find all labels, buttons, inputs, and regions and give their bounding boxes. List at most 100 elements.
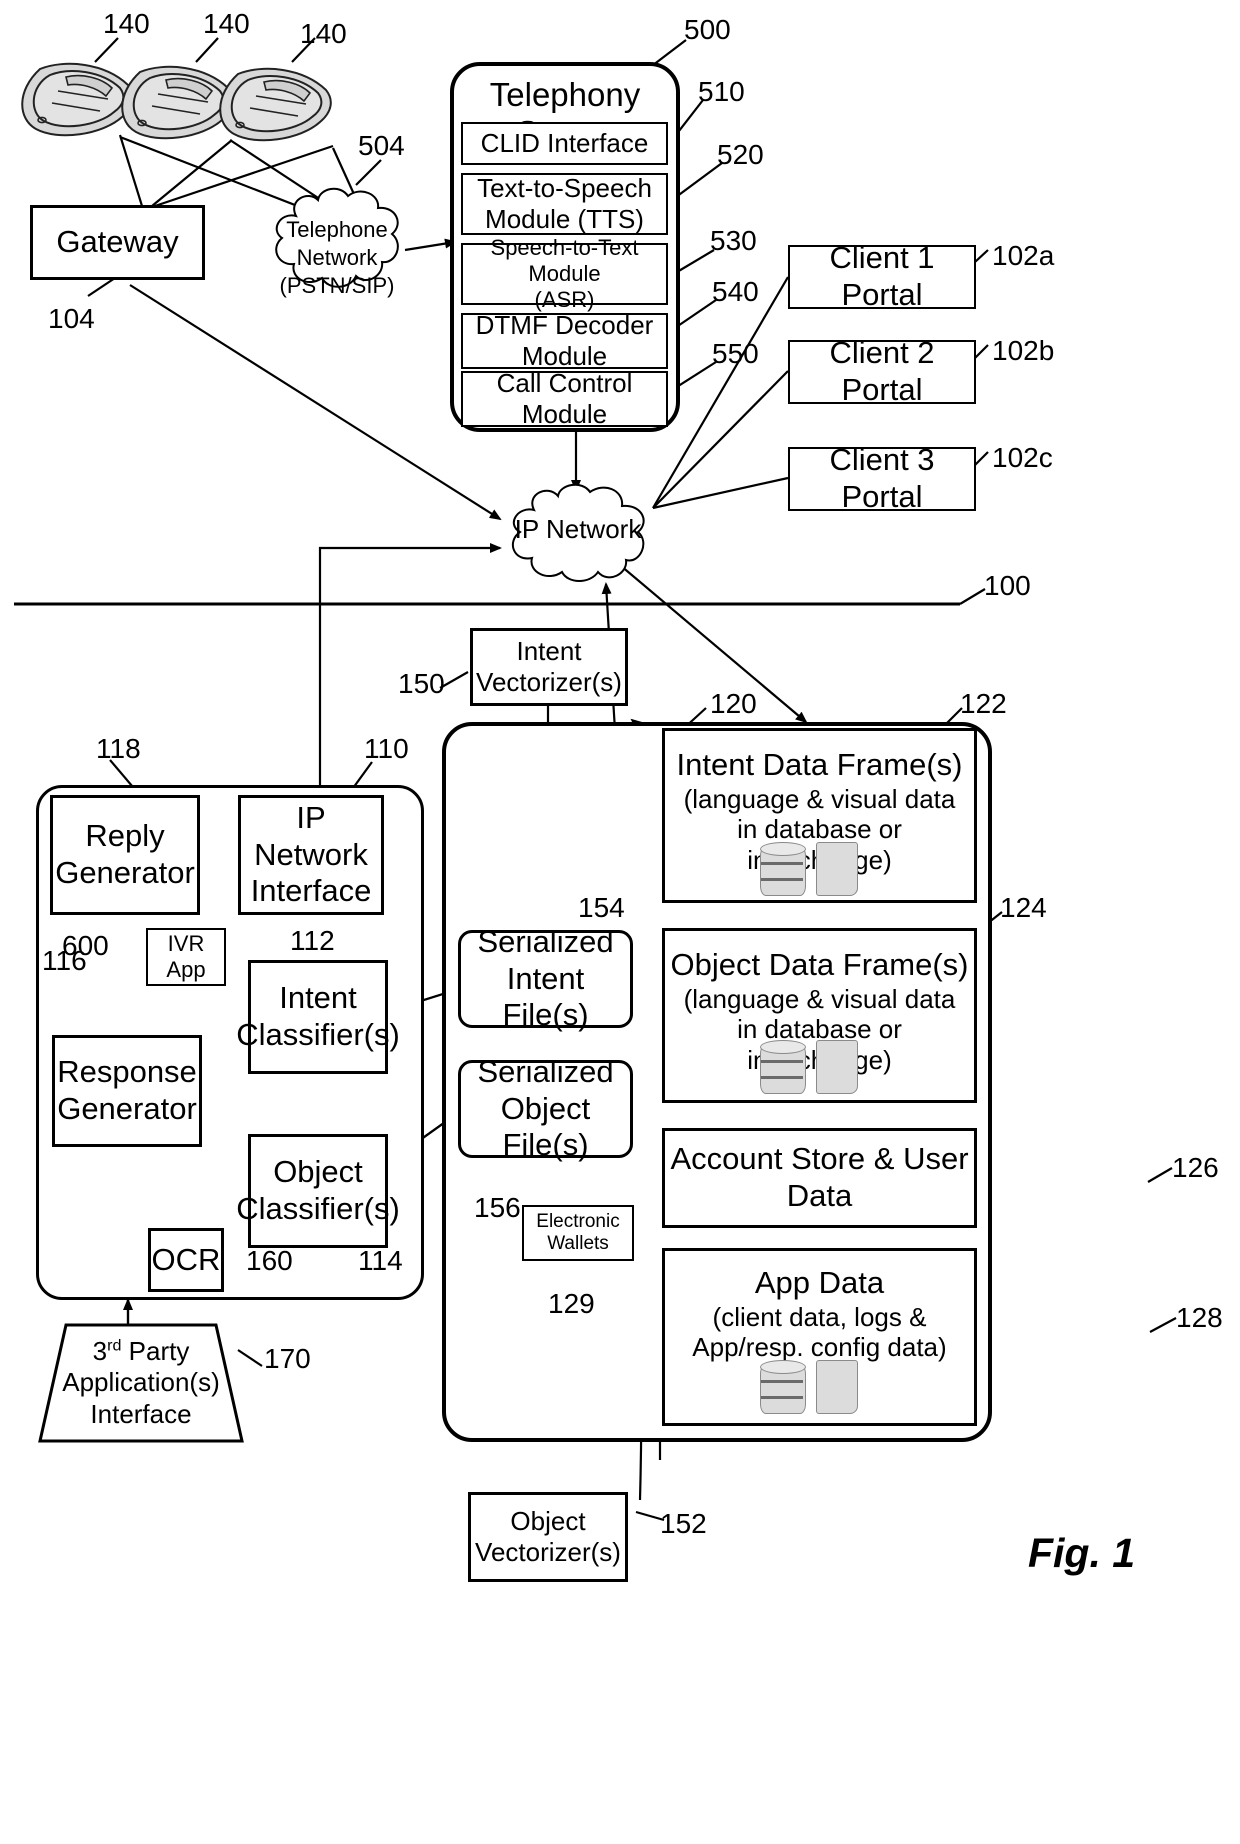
intent-vectorizer-line2: Vectorizer(s) — [476, 667, 622, 697]
ref-140-c: 140 — [300, 18, 347, 49]
asr-line1: Speech-to-Text Module — [490, 235, 639, 287]
mobile-phone-icon-3 — [208, 60, 338, 155]
ref-140-a: 140 — [103, 8, 150, 39]
ref-500: 500 — [684, 14, 731, 45]
ref-102a: 102a — [992, 240, 1055, 271]
intent-vectorizer-box[interactable]: Intent Vectorizer(s) — [470, 628, 628, 706]
ref-128: 128 — [1176, 1302, 1223, 1333]
response-generator-box[interactable]: Response Generator — [52, 1035, 202, 1147]
client-2-portal-label: Client 2 Portal — [829, 335, 935, 407]
ref-170: 170 — [264, 1343, 311, 1374]
ref-114: 114 — [358, 1245, 403, 1276]
ref-154: 154 — [578, 892, 625, 923]
database-icons-object — [760, 1038, 858, 1094]
app-data-line2: (client data, logs & — [712, 1301, 927, 1332]
serialized-object-file-box[interactable]: Serialized Object File(s) — [458, 1054, 633, 1162]
third-party-line1-word: Party — [121, 1336, 190, 1367]
clid-interface-box[interactable]: CLID Interface — [461, 122, 668, 165]
telephone-network-line3: (PSTN/SIP) — [279, 273, 395, 299]
asr-line2: (ASR) — [534, 286, 595, 312]
ref-116: 116 — [42, 945, 87, 976]
serialized-intent-line2: Intent File(s) — [502, 960, 589, 1033]
third-party-line3: Interface — [90, 1398, 192, 1429]
account-store-box[interactable]: Account Store & User Data — [662, 1128, 977, 1228]
electronic-wallets-box[interactable]: Electronic Wallets — [522, 1205, 634, 1261]
serialized-object-line2: Object File(s) — [500, 1090, 591, 1163]
object-vectorizer-box[interactable]: Object Vectorizer(s) — [468, 1492, 628, 1582]
document-icon — [816, 1040, 858, 1094]
ref-129: 129 — [548, 1288, 595, 1319]
ref-510: 510 — [698, 76, 745, 107]
ref-110: 110 — [364, 733, 409, 764]
call-control-line1: Call Control — [496, 368, 633, 399]
ref-124: 124 — [1000, 892, 1047, 923]
client-3-portal-box[interactable]: Client 3 Portal — [788, 442, 976, 514]
ref-156: 156 — [474, 1192, 521, 1223]
ref-126: 126 — [1172, 1152, 1219, 1183]
object-classifier-line2: Classifier(s) — [236, 1191, 400, 1226]
database-cylinder-icon — [760, 840, 806, 896]
third-party-line2: Application(s) — [62, 1367, 220, 1398]
telephone-network-line2: Network — [296, 245, 378, 271]
ivr-app-box[interactable]: IVR App — [146, 928, 226, 986]
intent-classifier-box[interactable]: Intent Classifier(s) — [236, 960, 400, 1074]
asr-module-box[interactable]: Speech-to-Text Module (ASR) — [461, 235, 668, 312]
client-1-portal-box[interactable]: Client 1 Portal — [788, 240, 976, 312]
reply-generator-box[interactable]: Reply Generator — [50, 795, 200, 915]
ref-520: 520 — [717, 139, 764, 170]
database-cylinder-icon — [760, 1038, 806, 1094]
document-icon — [816, 1360, 858, 1414]
call-control-box[interactable]: Call Control Module — [461, 368, 668, 429]
object-classifier-box[interactable]: Object Classifier(s) — [236, 1134, 400, 1248]
ref-530: 530 — [710, 225, 757, 256]
intent-data-frame-line1: Intent Data Frame(s) — [676, 747, 963, 782]
ocr-box[interactable]: OCR — [148, 1228, 224, 1292]
tts-line1: Text-to-Speech — [477, 173, 652, 204]
response-generator-line1: Response — [57, 1054, 197, 1090]
telephone-network-label: Telephone Network (PSTN/SIP) — [262, 216, 412, 300]
dtmf-decoder-box[interactable]: DTMF Decoder Module — [461, 310, 668, 371]
tts-module-box[interactable]: Text-to-Speech Module (TTS) — [461, 173, 668, 235]
reply-generator-line2: Generator — [55, 855, 195, 890]
client-2-portal-box[interactable]: Client 2 Portal — [788, 335, 976, 407]
client-1-portal-label: Client 1 Portal — [829, 240, 935, 312]
ip-network-label: IP Network — [514, 514, 642, 544]
serialized-object-line1: Serialized — [477, 1054, 614, 1090]
database-cylinder-icon — [760, 1358, 806, 1414]
intent-classifier-line2: Classifier(s) — [236, 1017, 400, 1052]
object-vectorizer-line2: Vectorizer(s) — [475, 1537, 621, 1567]
response-generator-line2: Generator — [57, 1091, 197, 1126]
client-3-portal-label: Client 3 Portal — [829, 442, 935, 514]
intent-data-frame-line2: (language & visual data — [683, 783, 956, 814]
ip-network-interface-box[interactable]: IP Network Interface — [238, 795, 384, 915]
ivr-app-line1: IVR — [167, 931, 205, 957]
object-data-frame-line1: Object Data Frame(s) — [670, 947, 969, 982]
ip-network-interface-line2: Interface — [250, 873, 372, 909]
ref-112: 112 — [290, 925, 335, 956]
ref-102b: 102b — [992, 335, 1055, 366]
ref-550: 550 — [712, 338, 759, 369]
ref-104: 104 — [48, 303, 95, 334]
call-control-line2: Module — [521, 399, 608, 429]
ivr-app-line2: App — [166, 957, 206, 982]
ip-network-interface-line1: IP Network — [254, 800, 368, 872]
database-icons-app — [760, 1358, 858, 1414]
gateway-box[interactable]: Gateway — [30, 205, 205, 280]
intent-classifier-line1: Intent — [279, 980, 357, 1016]
dtmf-line2: Module — [521, 341, 608, 371]
electronic-wallets-line1: Electronic — [536, 1210, 620, 1232]
serialized-intent-line1: Serialized — [477, 924, 614, 960]
app-data-line1: App Data — [754, 1265, 885, 1300]
ocr-label: OCR — [151, 1241, 221, 1277]
object-vectorizer-line1: Object — [510, 1506, 586, 1537]
patent-figure-canvas: 140 140 140 Gateway 104 Telephone Networ… — [0, 0, 1240, 1844]
ref-160: 160 — [246, 1245, 293, 1276]
document-icon — [816, 842, 858, 896]
ref-118: 118 — [96, 733, 141, 764]
database-icons-intent — [760, 840, 858, 896]
ref-150: 150 — [398, 668, 445, 699]
third-party-interface[interactable]: 3rd Party Application(s) Interface — [36, 1322, 246, 1444]
figure-caption: Fig. 1 — [1028, 1530, 1136, 1576]
telephone-network-line1: Telephone — [286, 217, 388, 242]
serialized-intent-file-box[interactable]: Serialized Intent File(s) — [458, 924, 633, 1032]
